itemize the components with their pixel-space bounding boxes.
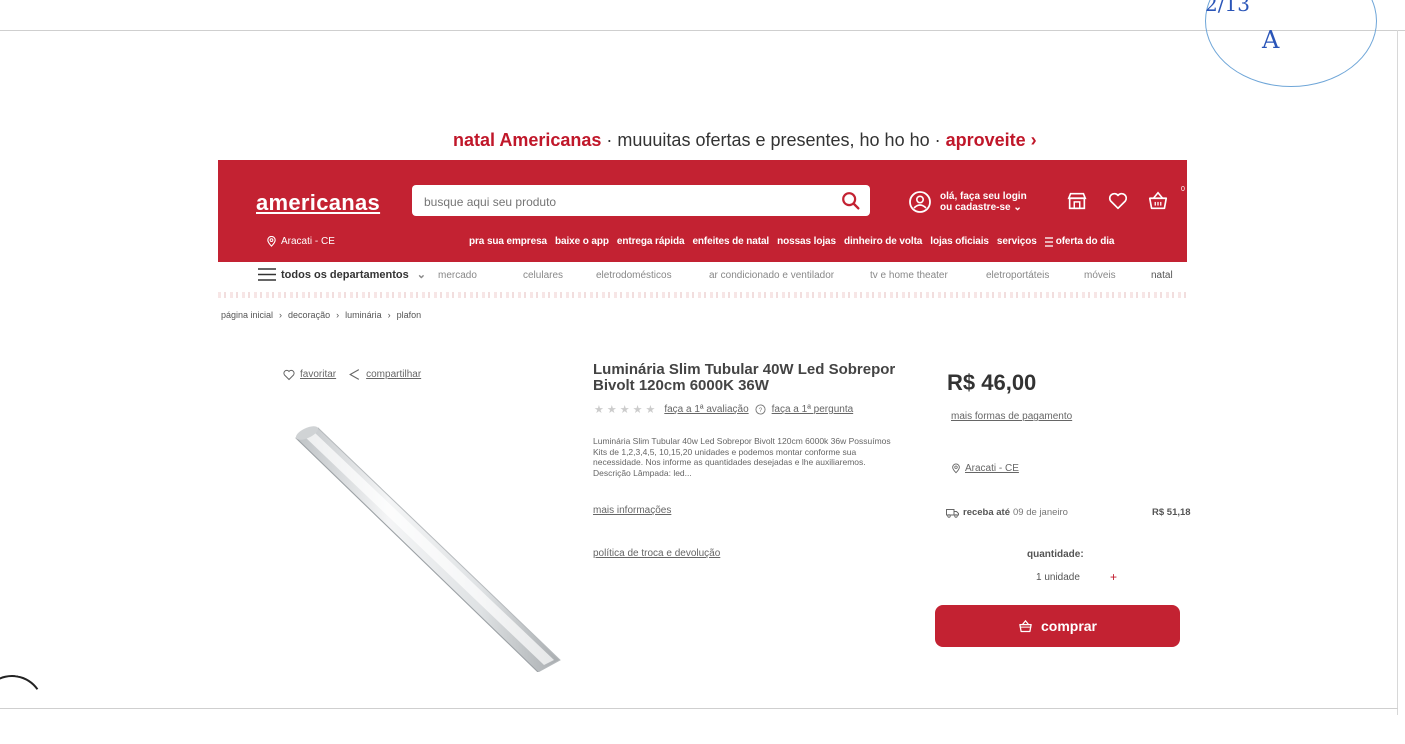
breadcrumb-item[interactable]: decoração [288,310,330,320]
basket-icon[interactable] [1147,190,1169,212]
stamp-initial: A [1262,26,1280,54]
return-policy-link[interactable]: política de troca e devolução [593,548,720,559]
share-label: compartilhar [366,369,422,380]
heart-icon[interactable] [1107,190,1129,212]
buy-button-label: comprar [1040,618,1098,634]
quantity-label: quantidade: [1027,549,1084,560]
stamp-number: 2/13 [1205,0,1250,16]
user-icon [909,191,931,213]
favorite-label: favoritar [300,369,337,380]
location-label: Aracati - CE [281,236,335,247]
cart-count-badge: 0 [1181,186,1185,193]
login-text: olá, faça seu login ou cadastre-se ⌄ [940,191,1027,213]
search-icon[interactable] [840,190,862,212]
delivery-label: receba até [963,507,1011,518]
svg-text:?: ? [758,408,762,414]
delivery-location-label: Aracati - CE [965,463,1019,474]
category-item[interactable]: ar condicionado e ventilador [709,270,834,281]
paper-top-edge [0,30,1405,31]
favorite-button[interactable]: favoritar [283,368,336,381]
truck-icon [946,508,959,518]
topnav-services[interactable]: serviços [997,236,1037,247]
payment-options-link[interactable]: mais formas de pagamento [951,411,1072,422]
quantity-value: 1 unidade [1036,572,1080,583]
category-item[interactable]: natal [1151,270,1173,281]
login-line-1: olá, faça seu login [940,191,1027,202]
basket-icon [1019,619,1032,632]
share-button[interactable]: compartilhar [348,368,421,381]
breadcrumb-separator: › [387,310,391,320]
site-logo[interactable]: americanas [256,190,380,216]
all-departments-label: todos os departamentos [281,268,409,281]
breadcrumb-separator: › [336,310,340,320]
rating-row: ★★★★★ faça a 1ª avaliação ? faça a 1ª pe… [594,403,853,416]
category-item[interactable]: eletroportáteis [986,270,1049,281]
category-bar: todos os departamentos ⌄ mercado celular… [258,268,1187,286]
topnav-christmas[interactable]: enfeites de natal [692,236,769,247]
delivery-location[interactable]: Aracati - CE [951,463,1019,474]
delivery-date: 09 de janeiro [1013,507,1068,518]
tag-icon [1044,236,1053,247]
category-item[interactable]: tv e home theater [870,270,948,281]
heart-outline-icon [283,369,295,380]
location-selector[interactable]: Aracati - CE [266,236,335,247]
increase-quantity-button[interactable]: + [1110,570,1117,584]
shipping-price: R$ 51,18 [1152,507,1191,518]
topnav-stores[interactable]: nossas lojas [777,236,836,247]
product-price: R$ 46,00 [947,370,1037,395]
search-input[interactable] [422,185,826,218]
breadcrumb-item[interactable]: página inicial [221,310,273,320]
promo-brand: natal Americanas [453,130,602,150]
topnav-deal-label: oferta do dia [1055,236,1115,247]
product-description: Luminária Slim Tubular 40w Led Sobrepor … [593,436,891,478]
topnav-deal-of-day[interactable]: oferta do dia [1044,236,1115,247]
paper-bottom-edge [0,708,1398,709]
top-navigation: pra sua empresa baixe o app entrega rápi… [469,236,1115,247]
category-item[interactable]: mercado [438,270,477,281]
product-image-led-tube[interactable] [268,410,568,672]
promo-cta[interactable]: aproveite › [946,130,1037,150]
store-icon[interactable] [1066,190,1088,212]
topnav-cashback[interactable]: dinheiro de volta [844,236,922,247]
delivery-estimate: receba até 09 de janeiro R$ 51,18 [946,507,1196,518]
product-actions: favoritar compartilhar [283,368,421,381]
question-icon: ? [755,404,766,415]
punch-hole-mark [0,669,50,744]
login-menu[interactable]: olá, faça seu login ou cadastre-se ⌄ [908,187,1027,217]
rate-product-link[interactable]: faça a 1ª avaliação [664,404,748,415]
location-pin-icon [267,236,276,247]
chevron-down-icon: ⌄ [416,269,426,281]
buy-button[interactable]: comprar [935,605,1180,647]
scan-noise-line [218,292,1187,298]
all-departments-menu[interactable]: todos os departamentos ⌄ [258,268,426,281]
category-item[interactable]: móveis [1084,270,1116,281]
breadcrumb-item[interactable]: plafon [397,310,422,320]
quantity-stepper: 1 unidade + [1036,570,1117,584]
category-item[interactable]: celulares [523,270,563,281]
login-line-2: ou cadastre-se ⌄ [940,202,1022,213]
location-pin-icon [952,463,960,474]
breadcrumb-item[interactable]: luminária [345,310,382,320]
topnav-app[interactable]: baixe o app [555,236,609,247]
promo-text: · muuuitas ofertas e presentes, ho ho ho… [601,130,946,150]
promo-banner[interactable]: natal Americanas · muuuitas ofertas e pr… [453,130,1037,151]
breadcrumb-separator: › [279,310,283,320]
ask-question-link[interactable]: faça a 1ª pergunta [772,404,854,415]
breadcrumb: página inicial › decoração › luminária ›… [221,310,421,320]
topnav-fast-delivery[interactable]: entrega rápida [617,236,685,247]
paper-right-edge [1397,30,1398,715]
share-icon [349,369,360,380]
search-box [412,185,870,218]
site-header: americanas olá, faça seu login ou cadast… [218,160,1187,262]
product-title: Luminária Slim Tubular 40W Led Sobrepor … [593,361,896,394]
more-info-link[interactable]: mais informações [593,505,671,516]
topnav-business[interactable]: pra sua empresa [469,236,547,247]
topnav-official-stores[interactable]: lojas oficiais [930,236,989,247]
hamburger-icon [258,268,276,281]
category-item[interactable]: eletrodomésticos [596,270,672,281]
rating-stars: ★★★★★ [594,404,659,416]
